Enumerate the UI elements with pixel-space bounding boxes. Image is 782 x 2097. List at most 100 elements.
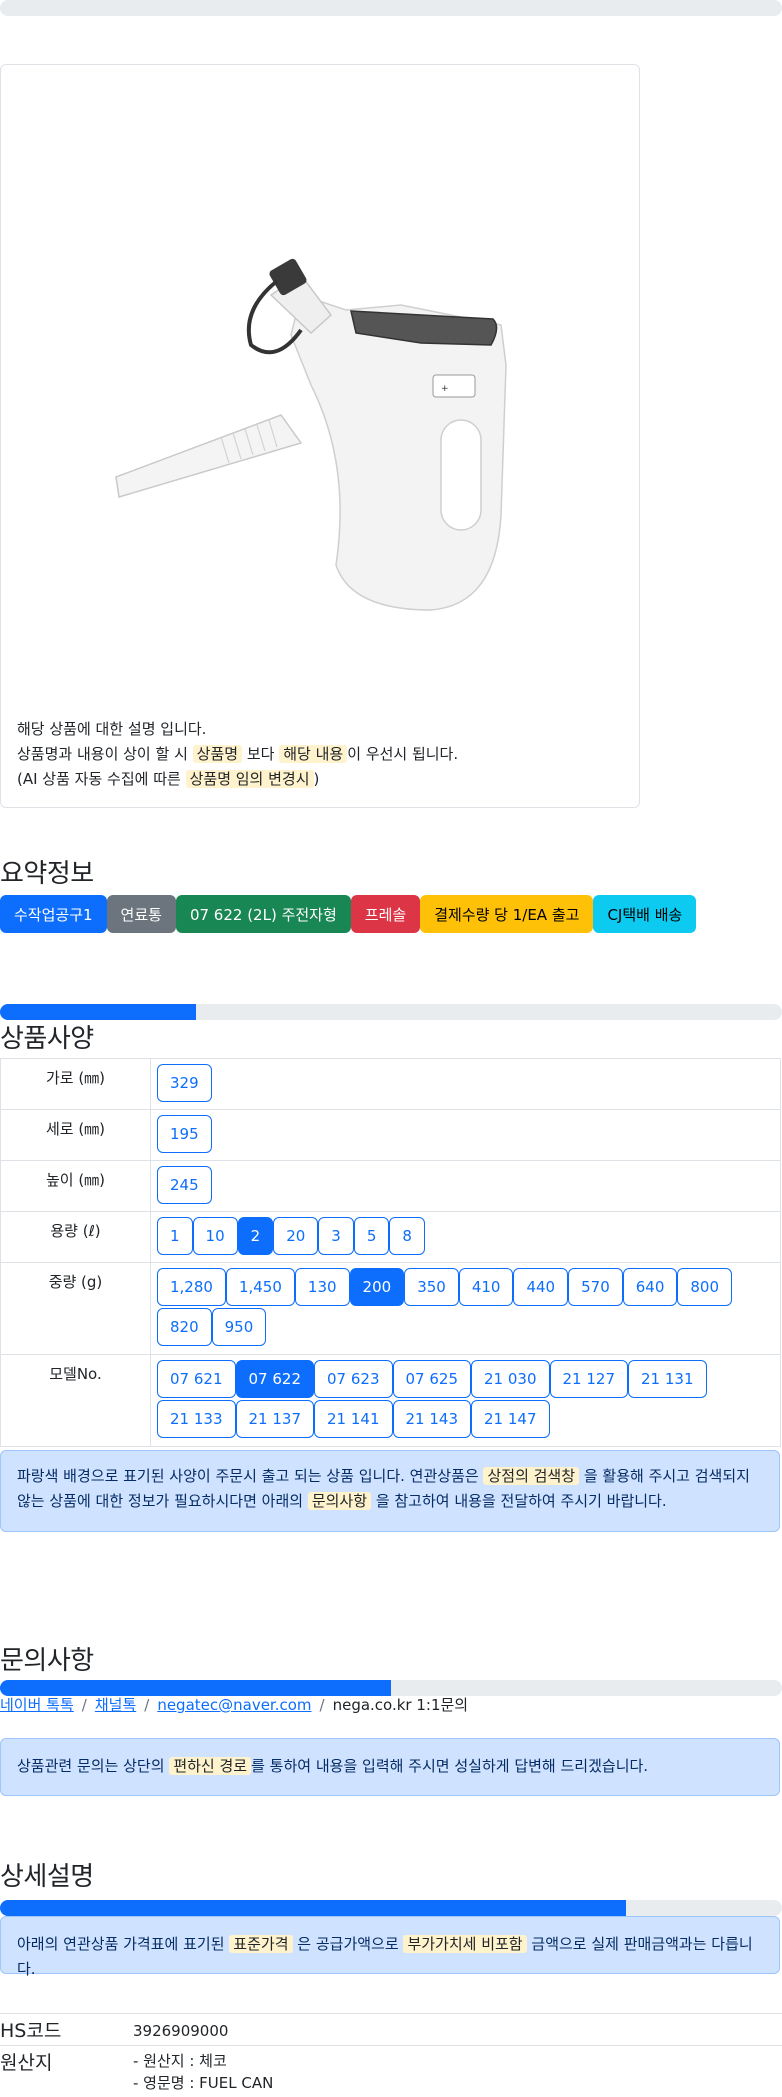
card-description: 해당 상품에 대한 설명 입니다. 상품명과 내용이 상이 할 시 상품명 보다… xyxy=(17,717,458,792)
specs-title: 상품사양 xyxy=(0,1024,94,1054)
spec-table: 가로 (㎜) 329 세로 (㎜) 195 높이 (㎜) 245 용량 (ℓ) 1 10 2 20 3… xyxy=(0,1058,781,1447)
spec-option[interactable]: 130 xyxy=(294,1268,350,1306)
inquiry-notice: 상품관련 문의는 상단의 편하신 경로 를 통하여 내용을 입력해 주시면 성실하… xyxy=(0,1738,780,1796)
details-title: 상세설명 xyxy=(0,1862,94,1892)
spec-option[interactable]: 21 141 xyxy=(314,1400,393,1438)
card-line-3-a: (AI 상품 자동 수집에 따른 xyxy=(17,770,181,788)
spec-option-selected[interactable]: 200 xyxy=(349,1268,405,1306)
details-notice: 아래의 연관상품 가격표에 표기된 표준가격 은 공급가액으로 부가가치세 비포… xyxy=(0,1916,780,1978)
spec-option[interactable]: 440 xyxy=(513,1268,569,1306)
card-line-2-a: 상품명과 내용이 상이 할 시 xyxy=(17,745,188,763)
summary-badge: 결제수량 당 1/EA 출고 xyxy=(420,895,594,933)
spec-option[interactable]: 07 621 xyxy=(157,1360,236,1398)
card-line-2: 상품명과 내용이 상이 할 시 상품명 보다 해당 내용 이 우선시 됩니다. xyxy=(17,742,458,767)
card-line-1: 해당 상품에 대한 설명 입니다. xyxy=(17,720,207,738)
highlight-name-change: 상품명 임의 변경시 xyxy=(185,770,314,788)
spec-label: 가로 (㎜) xyxy=(0,1058,151,1110)
spec-option[interactable]: 570 xyxy=(568,1268,623,1306)
spec-option[interactable]: 07 623 xyxy=(314,1360,393,1398)
card-line-3-c: ) xyxy=(313,770,320,788)
spec-option[interactable]: 21 030 xyxy=(471,1360,550,1398)
spec-row: 용량 (ℓ) 1 10 2 20 3 5 8 xyxy=(0,1211,781,1263)
spec-option[interactable]: 07 625 xyxy=(392,1360,471,1398)
spec-option[interactable]: 21 143 xyxy=(392,1400,471,1438)
spec-option[interactable]: 350 xyxy=(404,1268,459,1306)
highlight-standard-price: 표준가격 xyxy=(229,1935,293,1953)
svg-text:+: + xyxy=(441,384,449,394)
email-link[interactable]: negatec@naver.com xyxy=(157,1696,311,1714)
product-image: + xyxy=(115,258,507,611)
hs-code-label: HS코드 xyxy=(0,2020,62,2042)
spec-option[interactable]: 8 xyxy=(389,1217,425,1255)
spec-option[interactable]: 800 xyxy=(677,1268,733,1306)
spec-option[interactable]: 640 xyxy=(622,1268,678,1306)
spec-option[interactable]: 3 xyxy=(318,1217,354,1255)
spec-label: 세로 (㎜) xyxy=(0,1109,151,1161)
spec-option[interactable]: 21 127 xyxy=(549,1360,628,1398)
specs-progress-bar xyxy=(0,1004,782,1020)
inquiry-notice-a: 상품관련 문의는 상단의 xyxy=(17,1757,165,1775)
spec-options: 07 621 07 622 07 623 07 625 21 030 21 127 21 1… xyxy=(155,1359,776,1439)
spec-option[interactable]: 1 xyxy=(157,1217,193,1255)
spec-option[interactable]: 5 xyxy=(353,1217,390,1255)
spec-option[interactable]: 10 xyxy=(192,1217,238,1255)
separator: / xyxy=(81,1696,87,1714)
product-card: + 해당 상품에 대한 설명 입니다. 상품명과 내용이 상이 할 시 상품명 … xyxy=(0,64,640,808)
highlight-content: 해당 내용 xyxy=(279,745,348,763)
spec-notice-a: 파랑색 배경으로 표기된 사양이 주문시 출고 되는 상품 입니다. 연관상품은 xyxy=(17,1467,479,1485)
highlight-route: 편하신 경로 xyxy=(169,1757,252,1775)
inquiry-links: 네이버 톡톡 / 채널톡 / negatec@naver.com / nega.co.kr … xyxy=(0,1694,468,1715)
details-notice-a: 아래의 연관상품 가격표에 표기된 xyxy=(17,1935,225,1953)
spec-option[interactable]: 410 xyxy=(458,1268,514,1306)
details-notice-c: 은 공급가액으로 xyxy=(297,1935,399,1953)
spec-option[interactable]: 1,280 xyxy=(157,1268,226,1306)
separator: / xyxy=(319,1696,325,1714)
naver-talktalk-link[interactable]: 네이버 톡톡 xyxy=(0,1696,74,1714)
hs-code-value: 3926909000 xyxy=(133,2022,229,2040)
origin-row: 원산지 - 원산지 : 체코 - 영문명 : FUEL CAN xyxy=(0,2045,782,2097)
spec-row: 모델No. 07 621 07 622 07 623 07 625 21 030 21 12… xyxy=(0,1354,781,1447)
origin-english-name: - 영문명 : FUEL CAN xyxy=(133,2074,274,2092)
spec-option[interactable]: 21 133 xyxy=(157,1400,236,1438)
spec-row: 높이 (㎜) 245 xyxy=(0,1160,781,1212)
summary-title: 요약정보 xyxy=(0,859,94,889)
spec-option-selected[interactable]: 2 xyxy=(237,1217,274,1255)
channeltalk-link[interactable]: 채널톡 xyxy=(95,1696,136,1714)
highlight-search: 상점의 검색창 xyxy=(483,1467,580,1485)
highlight-inquiry: 문의사항 xyxy=(307,1492,372,1510)
spec-label: 용량 (ℓ) xyxy=(0,1211,151,1263)
spec-options-cell: 1,280 1,450 130 200 350 410 440 570 640 800 820 950 xyxy=(150,1262,781,1355)
spec-option[interactable]: 20 xyxy=(273,1217,319,1255)
spec-option[interactable]: 950 xyxy=(211,1308,267,1346)
spec-option[interactable]: 1,450 xyxy=(225,1268,295,1306)
spec-option[interactable]: 245 xyxy=(157,1166,212,1204)
spec-options-cell: 245 xyxy=(150,1160,781,1212)
spec-notice: 파랑색 배경으로 표기된 사양이 주문시 출고 되는 상품 입니다. 연관상품은… xyxy=(0,1450,780,1532)
summary-badge: 연료통 xyxy=(106,895,176,933)
spec-options: 1,280 1,450 130 200 350 410 440 570 640 800 820 950 xyxy=(155,1267,776,1347)
spec-row: 중량 (g) 1,280 1,450 130 200 350 410 440 570 640 800… xyxy=(0,1262,781,1355)
top-progress-bar xyxy=(0,0,782,16)
spec-options-cell: 07 621 07 622 07 623 07 625 21 030 21 127 21 1… xyxy=(150,1354,781,1447)
site-inquiry-text: nega.co.kr 1:1문의 xyxy=(332,1696,469,1714)
spec-option[interactable]: 329 xyxy=(157,1064,212,1102)
spec-option[interactable]: 21 137 xyxy=(235,1400,314,1438)
spec-option-selected[interactable]: 07 622 xyxy=(235,1360,314,1398)
spec-notice-e: 을 참고하여 내용을 전달하여 주시기 바랍니다. xyxy=(375,1492,667,1510)
origin-value: - 원산지 : 체코 - 영문명 : FUEL CAN xyxy=(133,2050,273,2094)
inquiry-notice-c: 를 통하여 내용을 입력해 주시면 성실하게 답변해 드리겠습니다. xyxy=(251,1757,649,1775)
spec-option[interactable]: 21 147 xyxy=(471,1400,550,1438)
spec-options-cell: 195 xyxy=(150,1109,781,1161)
inquiry-title: 문의사항 xyxy=(0,1646,94,1676)
spec-option[interactable]: 195 xyxy=(157,1115,212,1153)
details-progress-fill xyxy=(0,1900,626,1916)
highlight-product-name: 상품명 xyxy=(192,745,243,763)
card-line-2-e: 이 우선시 됩니다. xyxy=(347,745,459,763)
spec-label: 모델No. xyxy=(0,1354,151,1447)
spec-option[interactable]: 820 xyxy=(157,1308,212,1346)
summary-badges: 수작업공구1 연료통 07 622 (2L) 주전자형 프레솔 결제수량 당 1/EA … xyxy=(0,895,697,933)
spec-options: 1 10 2 20 3 5 8 xyxy=(155,1216,776,1256)
card-line-3: (AI 상품 자동 수집에 따른 상품명 임의 변경시) xyxy=(17,767,458,792)
spec-option[interactable]: 21 131 xyxy=(628,1360,707,1398)
summary-badge: CJ택배 배송 xyxy=(593,895,697,933)
